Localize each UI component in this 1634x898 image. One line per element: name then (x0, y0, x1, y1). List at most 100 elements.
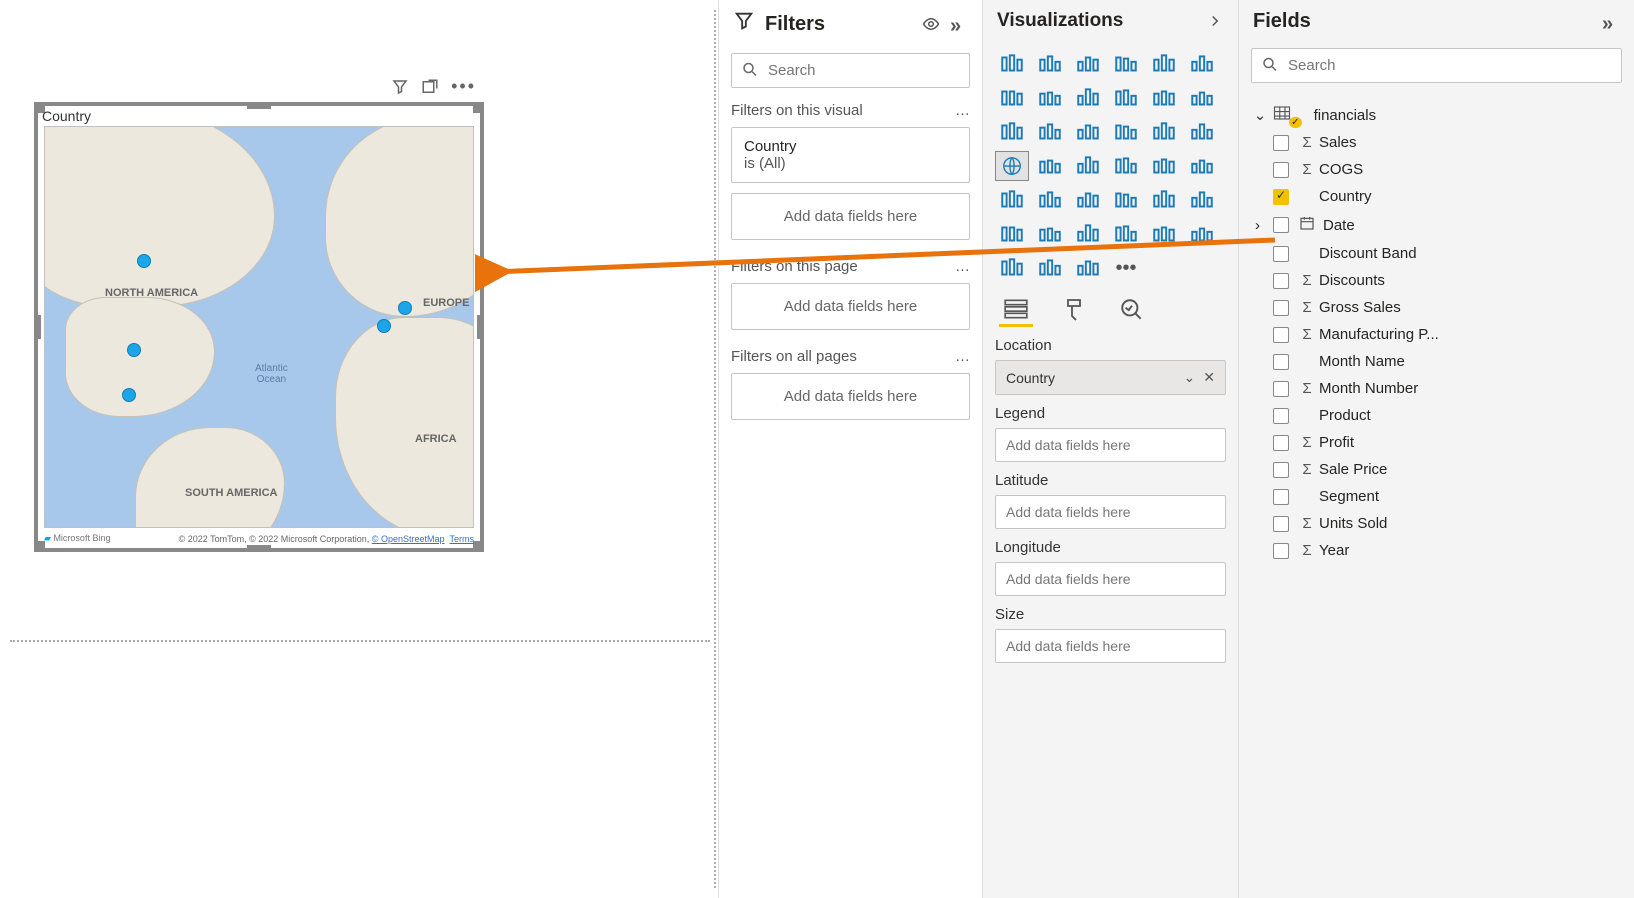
viz-stacked-column[interactable] (1109, 49, 1143, 79)
field-checkbox[interactable] (1273, 162, 1289, 178)
fields-tab[interactable] (999, 293, 1033, 327)
resize-handle[interactable] (473, 103, 483, 113)
viz-stacked-bar-100[interactable] (1071, 49, 1105, 79)
viz-power-apps[interactable] (995, 253, 1029, 283)
well-legend[interactable]: Add data fields here (995, 428, 1226, 462)
field-checkbox[interactable] (1273, 489, 1289, 505)
fields-search-input[interactable] (1251, 48, 1622, 83)
resize-handle[interactable] (473, 541, 483, 551)
field-row[interactable]: ΣUnits Sold (1265, 510, 1630, 537)
field-row[interactable]: Country (1265, 183, 1630, 210)
map-bubble[interactable] (398, 301, 412, 315)
field-checkbox[interactable] (1273, 516, 1289, 532)
viz-line-clustered[interactable] (1109, 83, 1143, 113)
viz-py[interactable] (995, 219, 1029, 249)
filters-search-input[interactable] (731, 53, 970, 88)
field-row[interactable]: ΣSales (1265, 129, 1630, 156)
filter-icon[interactable] (391, 78, 409, 96)
well-latitude[interactable]: Add data fields here (995, 495, 1226, 529)
viz-area[interactable] (1033, 83, 1067, 113)
filters-search[interactable] (731, 53, 970, 88)
field-row[interactable]: ΣProfit (1265, 429, 1630, 456)
viz-pie[interactable] (1109, 117, 1143, 147)
viz-stacked-column-100[interactable] (1185, 49, 1219, 79)
field-checkbox[interactable] (1273, 543, 1289, 559)
viz-matrix[interactable] (1147, 185, 1181, 215)
viz-table[interactable] (1109, 185, 1143, 215)
viz-shape-map[interactable] (1071, 151, 1105, 181)
map-bubble[interactable] (137, 254, 151, 268)
chevron-right-icon[interactable]: › (1255, 217, 1269, 234)
viz-map[interactable] (995, 151, 1029, 181)
field-row[interactable]: ΣGross Sales (1265, 294, 1630, 321)
chevron-right-icon[interactable] (1206, 12, 1224, 30)
section-more-icon[interactable]: … (955, 348, 970, 365)
more-options-icon[interactable]: ••• (451, 76, 476, 97)
viz-clustered-column[interactable] (1147, 49, 1181, 79)
field-checkbox[interactable] (1273, 381, 1289, 397)
viz-kpi[interactable] (1033, 185, 1067, 215)
field-checkbox[interactable] (1273, 408, 1289, 424)
report-canvas[interactable]: ••• Country NORTH AMERICA SOUTH AMERICA … (0, 0, 718, 898)
remove-icon[interactable]: ✕ (1203, 369, 1215, 386)
viz-r[interactable] (1185, 185, 1219, 215)
map-surface[interactable]: NORTH AMERICA SOUTH AMERICA EUROPE AFRIC… (44, 126, 474, 528)
collapse-icon[interactable]: » (1602, 13, 1620, 31)
viz-paginated[interactable] (1185, 219, 1219, 249)
field-row[interactable]: ΣYear (1265, 537, 1630, 564)
well-longitude[interactable]: Add data fields here (995, 562, 1226, 596)
field-row[interactable]: ΣSale Price (1265, 456, 1630, 483)
field-row[interactable]: Segment (1265, 483, 1630, 510)
field-row[interactable]: ›Date (1265, 210, 1630, 240)
viz-filled-map[interactable] (1033, 151, 1067, 181)
viz-key-influencers[interactable] (1033, 219, 1067, 249)
map-bubble[interactable] (127, 343, 141, 357)
analytics-tab[interactable] (1115, 293, 1149, 327)
viz-decomposition[interactable] (1071, 219, 1105, 249)
viz-qna[interactable] (1109, 219, 1143, 249)
map-visual[interactable]: ••• Country NORTH AMERICA SOUTH AMERICA … (34, 102, 484, 552)
viz-waterfall[interactable] (995, 117, 1029, 147)
viz-azure-map[interactable] (1109, 151, 1143, 181)
viz-card[interactable] (1185, 151, 1219, 181)
viz-funnel[interactable] (1033, 117, 1067, 147)
focus-mode-icon[interactable] (421, 78, 439, 96)
field-checkbox[interactable] (1273, 217, 1289, 233)
viz-line-stacked[interactable] (1147, 83, 1181, 113)
collapse-icon[interactable]: » (950, 15, 968, 33)
table-row-financials[interactable]: ⌄ ✓ financials (1243, 101, 1630, 129)
filter-drop-page[interactable]: Add data fields here (731, 283, 970, 330)
osm-link[interactable]: © OpenStreetMap (372, 534, 445, 544)
format-tab[interactable] (1057, 293, 1091, 327)
field-row[interactable]: Month Name (1265, 348, 1630, 375)
field-checkbox[interactable] (1273, 435, 1289, 451)
map-bubble[interactable] (122, 388, 136, 402)
viz-power-automate[interactable] (1033, 253, 1067, 283)
field-row[interactable]: ΣManufacturing P... (1265, 321, 1630, 348)
well-size[interactable]: Add data fields here (995, 629, 1226, 663)
viz-clustered-bar[interactable] (1033, 49, 1067, 79)
field-checkbox[interactable] (1273, 135, 1289, 151)
eye-icon[interactable] (922, 15, 940, 33)
viz-slicer[interactable] (1071, 185, 1105, 215)
filter-card-country[interactable]: Country is (All) (731, 127, 970, 183)
resize-handle[interactable] (247, 103, 271, 109)
viz-stacked-bar[interactable] (995, 49, 1029, 79)
field-checkbox[interactable] (1273, 189, 1289, 205)
field-checkbox[interactable] (1273, 273, 1289, 289)
viz-multi-card[interactable] (995, 185, 1029, 215)
terms-link[interactable]: Terms (450, 534, 475, 544)
section-more-icon[interactable]: … (955, 258, 970, 275)
viz-stacked-area[interactable] (1071, 83, 1105, 113)
map-bubble[interactable] (377, 319, 391, 333)
filter-drop-visual[interactable]: Add data fields here (731, 193, 970, 240)
chevron-down-icon[interactable]: ⌄ (1184, 369, 1196, 386)
field-row[interactable]: Product (1265, 402, 1630, 429)
well-location[interactable]: Country ⌄ ✕ (995, 360, 1226, 395)
viz-score[interactable] (1071, 253, 1105, 283)
filter-drop-all[interactable]: Add data fields here (731, 373, 970, 420)
viz-treemap[interactable] (1185, 117, 1219, 147)
field-checkbox[interactable] (1273, 327, 1289, 343)
viz-line[interactable] (995, 83, 1029, 113)
viz-donut[interactable] (1147, 117, 1181, 147)
